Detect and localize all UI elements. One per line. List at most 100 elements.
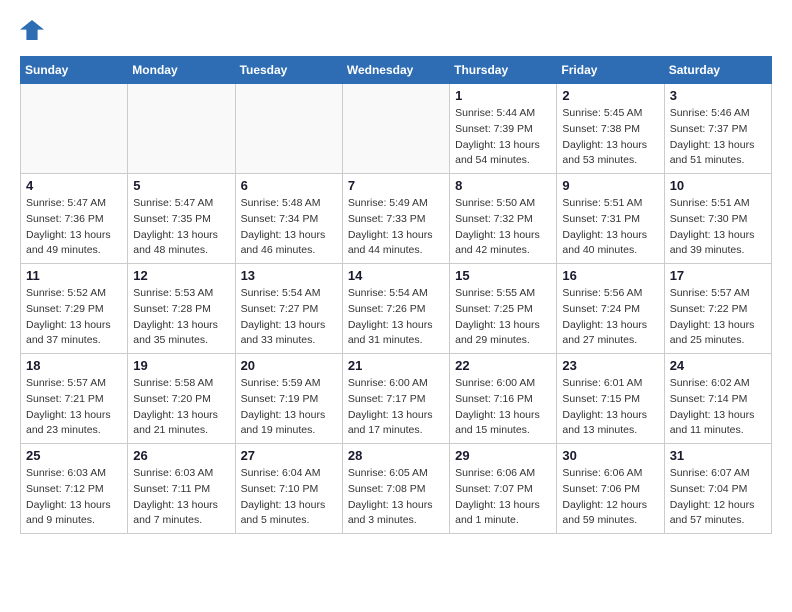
day-number: 16	[562, 268, 658, 283]
day-cell	[21, 84, 128, 174]
day-cell	[128, 84, 235, 174]
day-number: 19	[133, 358, 229, 373]
day-number: 3	[670, 88, 766, 103]
day-info: Sunrise: 6:03 AM Sunset: 7:11 PM Dayligh…	[133, 466, 229, 529]
day-info: Sunrise: 5:48 AM Sunset: 7:34 PM Dayligh…	[241, 196, 337, 259]
day-number: 12	[133, 268, 229, 283]
day-info: Sunrise: 5:51 AM Sunset: 7:30 PM Dayligh…	[670, 196, 766, 259]
day-number: 31	[670, 448, 766, 463]
week-row-3: 11Sunrise: 5:52 AM Sunset: 7:29 PM Dayli…	[21, 264, 772, 354]
day-info: Sunrise: 5:56 AM Sunset: 7:24 PM Dayligh…	[562, 286, 658, 349]
day-cell	[342, 84, 449, 174]
week-row-4: 18 Sunrise: 5:57 AM Sunset: 7:21 PM Dayli…	[21, 354, 772, 444]
week-row-2: 4Sunrise: 5:47 AM Sunset: 7:36 PM Daylig…	[21, 174, 772, 264]
day-number: 25	[26, 448, 122, 463]
weekday-wednesday: Wednesday	[342, 57, 449, 84]
day-info: Sunrise: 5:57 AM Sunset: 7:21 PM Dayligh…	[26, 376, 122, 439]
day-info: Sunrise: 6:01 AM Sunset: 7:15 PM Dayligh…	[562, 376, 658, 439]
day-number: 20	[241, 358, 337, 373]
weekday-thursday: Thursday	[450, 57, 557, 84]
day-info: Sunrise: 6:04 AM Sunset: 7:10 PM Dayligh…	[241, 466, 337, 529]
day-info: Sunrise: 5:54 AM Sunset: 7:27 PM Dayligh…	[241, 286, 337, 349]
day-cell: 12Sunrise: 5:53 AM Sunset: 7:28 PM Dayli…	[128, 264, 235, 354]
day-number: 5	[133, 178, 229, 193]
weekday-saturday: Saturday	[664, 57, 771, 84]
day-cell: 5Sunrise: 5:47 AM Sunset: 7:35 PM Daylig…	[128, 174, 235, 264]
day-info: Sunrise: 5:55 AM Sunset: 7:25 PM Dayligh…	[455, 286, 551, 349]
day-number: 11	[26, 268, 122, 283]
day-cell: 13 Sunrise: 5:54 AM Sunset: 7:27 PM Dayli…	[235, 264, 342, 354]
day-cell: 30Sunrise: 6:06 AM Sunset: 7:06 PM Dayli…	[557, 444, 664, 534]
day-cell: 15 Sunrise: 5:55 AM Sunset: 7:25 PM Dayli…	[450, 264, 557, 354]
day-number: 7	[348, 178, 444, 193]
day-info: Sunrise: 5:57 AM Sunset: 7:22 PM Dayligh…	[670, 286, 766, 349]
day-cell: 4Sunrise: 5:47 AM Sunset: 7:36 PM Daylig…	[21, 174, 128, 264]
weekday-header-row: SundayMondayTuesdayWednesdayThursdayFrid…	[21, 57, 772, 84]
day-cell: 18 Sunrise: 5:57 AM Sunset: 7:21 PM Dayli…	[21, 354, 128, 444]
day-number: 4	[26, 178, 122, 193]
day-cell: 27Sunrise: 6:04 AM Sunset: 7:10 PM Dayli…	[235, 444, 342, 534]
day-cell: 3 Sunrise: 5:46 AM Sunset: 7:37 PM Daylig…	[664, 84, 771, 174]
day-number: 15	[455, 268, 551, 283]
day-number: 13	[241, 268, 337, 283]
day-cell: 23 Sunrise: 6:01 AM Sunset: 7:15 PM Dayli…	[557, 354, 664, 444]
day-cell: 10Sunrise: 5:51 AM Sunset: 7:30 PM Dayli…	[664, 174, 771, 264]
day-info: Sunrise: 5:46 AM Sunset: 7:37 PM Dayligh…	[670, 106, 766, 169]
day-number: 28	[348, 448, 444, 463]
calendar-table: SundayMondayTuesdayWednesdayThursdayFrid…	[20, 56, 772, 534]
day-number: 22	[455, 358, 551, 373]
day-number: 2	[562, 88, 658, 103]
weekday-tuesday: Tuesday	[235, 57, 342, 84]
day-cell	[235, 84, 342, 174]
day-number: 23	[562, 358, 658, 373]
day-cell: 26Sunrise: 6:03 AM Sunset: 7:11 PM Dayli…	[128, 444, 235, 534]
day-cell: 11Sunrise: 5:52 AM Sunset: 7:29 PM Dayli…	[21, 264, 128, 354]
day-number: 6	[241, 178, 337, 193]
day-info: Sunrise: 5:51 AM Sunset: 7:31 PM Dayligh…	[562, 196, 658, 259]
day-number: 18	[26, 358, 122, 373]
day-cell: 19 Sunrise: 5:58 AM Sunset: 7:20 PM Dayli…	[128, 354, 235, 444]
day-cell: 22 Sunrise: 6:00 AM Sunset: 7:16 PM Dayli…	[450, 354, 557, 444]
day-cell: 31 Sunrise: 6:07 AM Sunset: 7:04 PM Dayli…	[664, 444, 771, 534]
day-cell: 28 Sunrise: 6:05 AM Sunset: 7:08 PM Dayli…	[342, 444, 449, 534]
day-cell: 14 Sunrise: 5:54 AM Sunset: 7:26 PM Dayli…	[342, 264, 449, 354]
day-cell: 16 Sunrise: 5:56 AM Sunset: 7:24 PM Dayli…	[557, 264, 664, 354]
page-header	[20, 20, 772, 40]
day-cell: 8Sunrise: 5:50 AM Sunset: 7:32 PM Daylig…	[450, 174, 557, 264]
week-row-1: 1 Sunrise: 5:44 AM Sunset: 7:39 PM Daylig…	[21, 84, 772, 174]
day-cell: 2 Sunrise: 5:45 AM Sunset: 7:38 PM Daylig…	[557, 84, 664, 174]
day-info: Sunrise: 5:59 AM Sunset: 7:19 PM Dayligh…	[241, 376, 337, 439]
day-info: Sunrise: 5:50 AM Sunset: 7:32 PM Dayligh…	[455, 196, 551, 259]
day-info: Sunrise: 5:45 AM Sunset: 7:38 PM Dayligh…	[562, 106, 658, 169]
day-number: 24	[670, 358, 766, 373]
day-cell: 1 Sunrise: 5:44 AM Sunset: 7:39 PM Daylig…	[450, 84, 557, 174]
day-number: 14	[348, 268, 444, 283]
day-info: Sunrise: 6:03 AM Sunset: 7:12 PM Dayligh…	[26, 466, 122, 529]
day-cell: 6 Sunrise: 5:48 AM Sunset: 7:34 PM Daylig…	[235, 174, 342, 264]
day-info: Sunrise: 6:05 AM Sunset: 7:08 PM Dayligh…	[348, 466, 444, 529]
day-cell: 17Sunrise: 5:57 AM Sunset: 7:22 PM Dayli…	[664, 264, 771, 354]
weekday-sunday: Sunday	[21, 57, 128, 84]
calendar-body: 1 Sunrise: 5:44 AM Sunset: 7:39 PM Daylig…	[21, 84, 772, 534]
day-info: Sunrise: 6:02 AM Sunset: 7:14 PM Dayligh…	[670, 376, 766, 439]
day-info: Sunrise: 5:44 AM Sunset: 7:39 PM Dayligh…	[455, 106, 551, 169]
logo	[20, 20, 48, 40]
day-number: 1	[455, 88, 551, 103]
day-number: 21	[348, 358, 444, 373]
day-cell: 9 Sunrise: 5:51 AM Sunset: 7:31 PM Daylig…	[557, 174, 664, 264]
day-cell: 25 Sunrise: 6:03 AM Sunset: 7:12 PM Dayli…	[21, 444, 128, 534]
weekday-monday: Monday	[128, 57, 235, 84]
day-info: Sunrise: 6:06 AM Sunset: 7:07 PM Dayligh…	[455, 466, 551, 529]
day-info: Sunrise: 6:00 AM Sunset: 7:17 PM Dayligh…	[348, 376, 444, 439]
day-info: Sunrise: 5:54 AM Sunset: 7:26 PM Dayligh…	[348, 286, 444, 349]
day-info: Sunrise: 6:07 AM Sunset: 7:04 PM Dayligh…	[670, 466, 766, 529]
day-cell: 21 Sunrise: 6:00 AM Sunset: 7:17 PM Dayli…	[342, 354, 449, 444]
day-cell: 29Sunrise: 6:06 AM Sunset: 7:07 PM Dayli…	[450, 444, 557, 534]
day-info: Sunrise: 5:58 AM Sunset: 7:20 PM Dayligh…	[133, 376, 229, 439]
weekday-friday: Friday	[557, 57, 664, 84]
day-number: 9	[562, 178, 658, 193]
day-info: Sunrise: 5:49 AM Sunset: 7:33 PM Dayligh…	[348, 196, 444, 259]
week-row-5: 25 Sunrise: 6:03 AM Sunset: 7:12 PM Dayli…	[21, 444, 772, 534]
day-info: Sunrise: 6:00 AM Sunset: 7:16 PM Dayligh…	[455, 376, 551, 439]
day-cell: 7 Sunrise: 5:49 AM Sunset: 7:33 PM Daylig…	[342, 174, 449, 264]
